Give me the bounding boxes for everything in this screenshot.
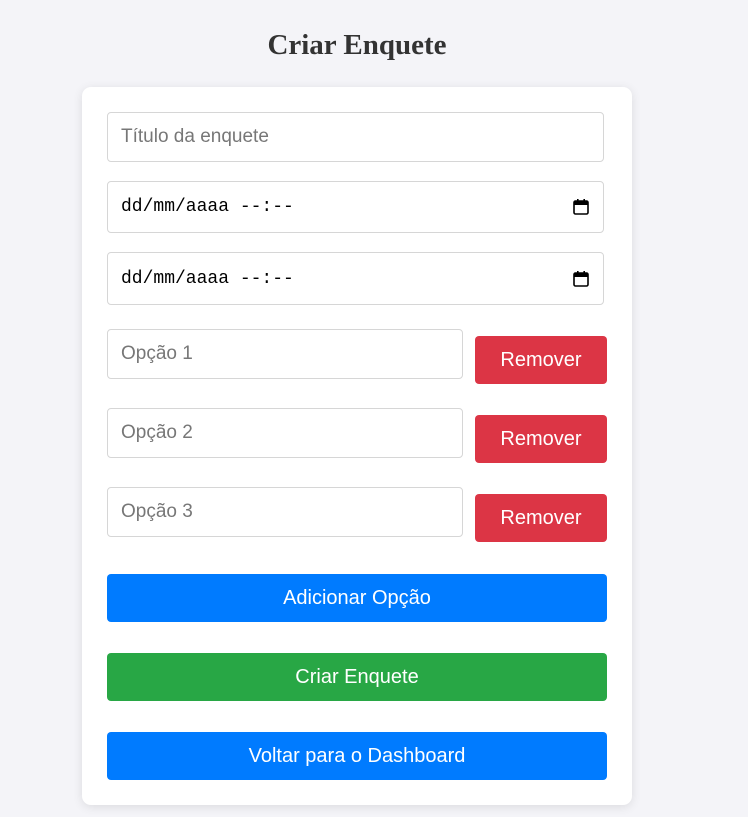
remove-option-button-2[interactable]: Remover: [475, 415, 607, 463]
option-field-3[interactable]: [107, 487, 463, 537]
remove-option-button-3[interactable]: Remover: [475, 494, 607, 542]
start-datetime-text[interactable]: dd/mm/aaaa --:--: [121, 197, 572, 217]
start-datetime-field[interactable]: dd/mm/aaaa --:--: [107, 181, 604, 233]
option-input-1[interactable]: [121, 343, 449, 365]
add-option-button[interactable]: Adicionar Opção: [107, 574, 607, 622]
option-field-2[interactable]: [107, 408, 463, 458]
poll-title-field[interactable]: [107, 112, 604, 162]
end-datetime-field[interactable]: dd/mm/aaaa --:--: [107, 252, 604, 305]
poll-form-card: dd/mm/aaaa --:-- dd/mm/aaaa --:-- Remove…: [82, 87, 632, 805]
option-field-1[interactable]: [107, 329, 463, 379]
create-poll-button[interactable]: Criar Enquete: [107, 653, 607, 701]
calendar-icon[interactable]: [572, 270, 590, 288]
back-to-dashboard-button[interactable]: Voltar para o Dashboard: [107, 732, 607, 780]
page-title: Criar Enquete: [267, 29, 447, 61]
poll-title-input[interactable]: [121, 126, 590, 148]
end-datetime-text[interactable]: dd/mm/aaaa --:--: [121, 269, 572, 289]
calendar-icon[interactable]: [572, 198, 590, 216]
option-input-3[interactable]: [121, 501, 449, 523]
remove-option-button-1[interactable]: Remover: [475, 336, 607, 384]
option-input-2[interactable]: [121, 422, 449, 444]
